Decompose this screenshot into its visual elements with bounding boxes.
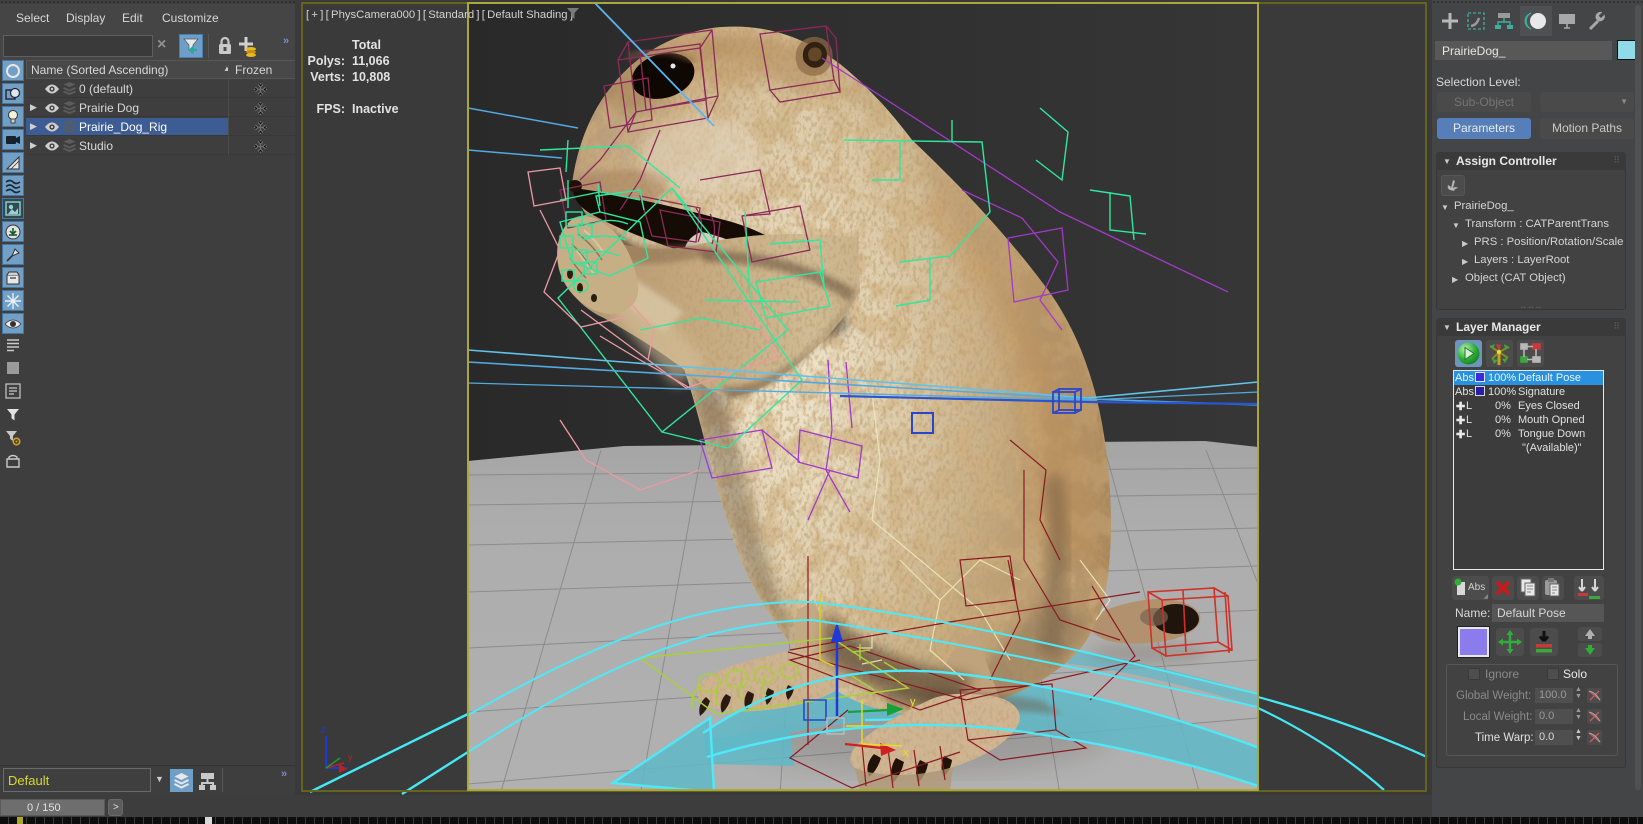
svg-text:y: y: [910, 696, 916, 708]
svg-text:FPS:: FPS:: [317, 102, 345, 116]
svg-text:Polys:: Polys:: [307, 54, 345, 68]
svg-text:[ + ] [ PhysCamera000 ] [ Stan: [ + ] [ PhysCamera000 ] [ Standard ] [ D…: [306, 9, 573, 21]
svg-text:x: x: [903, 747, 909, 759]
svg-text:z: z: [321, 725, 326, 736]
svg-text:y: y: [348, 752, 353, 762]
svg-text:11,066: 11,066: [352, 54, 390, 68]
svg-text:10,808: 10,808: [352, 70, 390, 84]
svg-text:Inactive: Inactive: [352, 102, 399, 116]
svg-text:Total: Total: [352, 38, 381, 52]
svg-text:Verts:: Verts:: [310, 70, 345, 84]
